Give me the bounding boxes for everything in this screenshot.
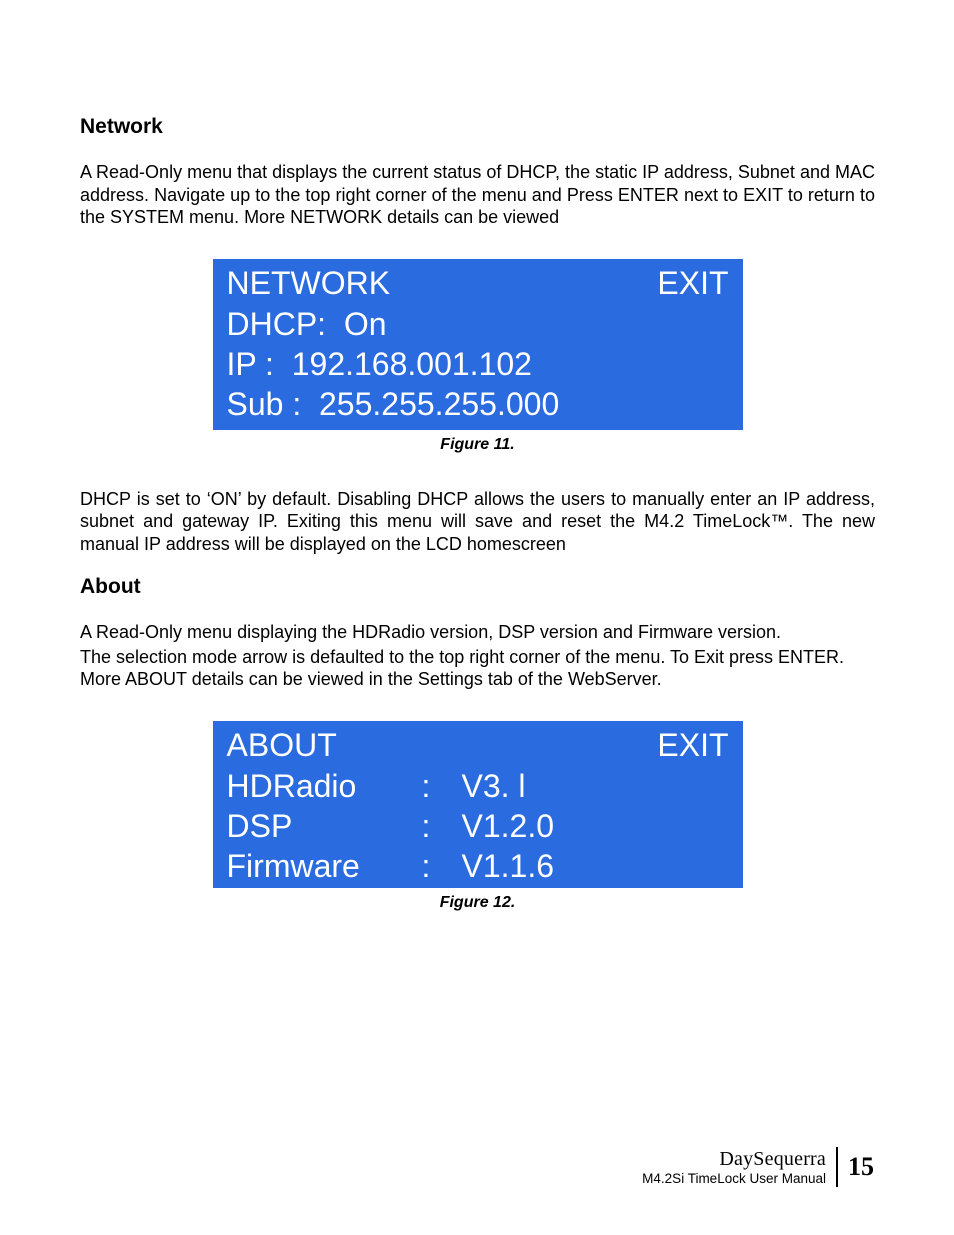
network-lcd-sub: Sub : 255.255.255.000	[227, 384, 729, 424]
about-lcd-value: V3. l	[462, 766, 526, 806]
network-lcd-exit: EXIT	[657, 265, 728, 302]
footer-manual-title: M4.2Si TimeLock User Manual	[642, 1171, 826, 1187]
network-lcd-title: NETWORK	[227, 265, 391, 302]
about-lcd-label: HDRadio	[227, 766, 422, 806]
about-lcd-label: Firmware	[227, 846, 422, 886]
about-lcd-colon: :	[422, 846, 462, 886]
figure-12-caption: Figure 12.	[80, 894, 875, 912]
about-lcd-exit: EXIT	[657, 727, 728, 764]
network-lcd-dhcp: DHCP: On	[227, 304, 729, 344]
about-lcd-title: ABOUT	[227, 727, 337, 764]
about-lcd-screen: ABOUT EXIT HDRadio : V3. l DSP : V1.2.0 …	[213, 721, 743, 888]
about-lcd-label: DSP	[227, 806, 422, 846]
about-lcd-value: V1.1.6	[462, 846, 555, 886]
network-lcd-ip: IP : 192.168.001.102	[227, 344, 729, 384]
network-heading: Network	[80, 115, 875, 139]
about-lcd-row-firmware: Firmware : V1.1.6	[227, 846, 729, 886]
about-lcd-value: V1.2.0	[462, 806, 555, 846]
about-para-2: The selection mode arrow is defaulted to…	[80, 646, 875, 691]
page-footer: DaySequerra M4.2Si TimeLock User Manual …	[642, 1147, 874, 1187]
network-para-2: DHCP is set to ‘ON’ by default. Disablin…	[80, 488, 875, 556]
about-lcd-colon: :	[422, 806, 462, 846]
about-heading: About	[80, 575, 875, 599]
about-lcd-colon: :	[422, 766, 462, 806]
footer-page-number: 15	[838, 1152, 874, 1182]
about-lcd-row-dsp: DSP : V1.2.0	[227, 806, 729, 846]
figure-11-caption: Figure 11.	[80, 436, 875, 454]
network-lcd-screen: NETWORK EXIT DHCP: On IP : 192.168.001.1…	[213, 259, 743, 430]
about-lcd-row-hdradio: HDRadio : V3. l	[227, 766, 729, 806]
about-para-1: A Read-Only menu displaying the HDRadio …	[80, 621, 875, 644]
footer-brand: DaySequerra	[642, 1147, 826, 1171]
network-para-1: A Read-Only menu that displays the curre…	[80, 161, 875, 229]
